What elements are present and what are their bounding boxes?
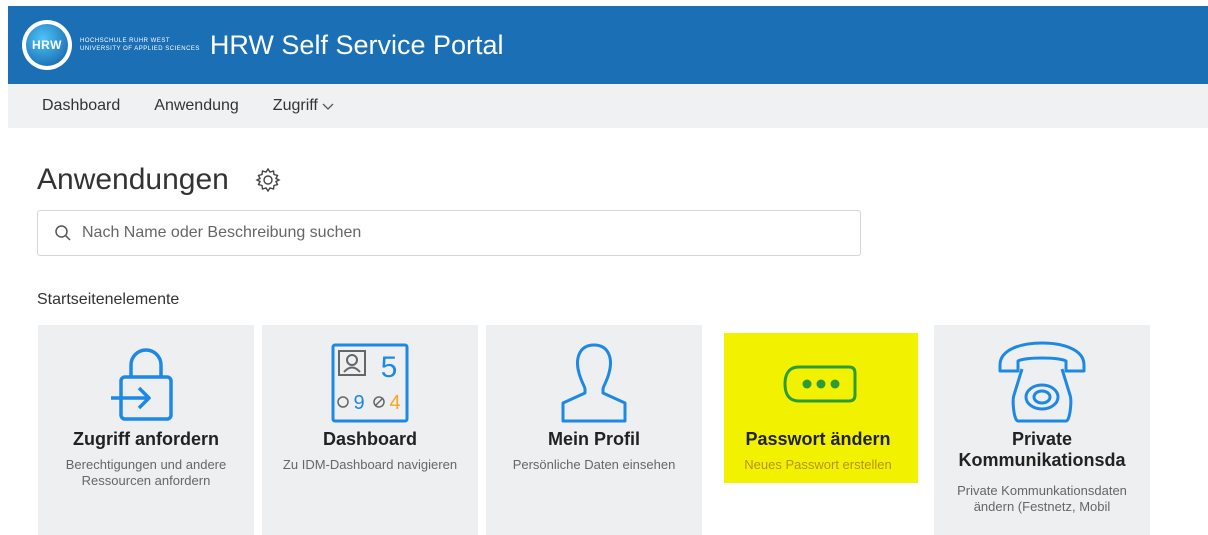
search-box[interactable] (37, 210, 861, 256)
password-icon (710, 339, 926, 429)
tile-mein-profil[interactable]: Mein Profil Persönliche Daten einsehen (486, 325, 702, 535)
tile-passwort-aendern[interactable]: Passwort ändern Neues Passwort erstellen (710, 325, 926, 535)
tile-title: Mein Profil (547, 429, 640, 449)
lock-arrow-icon (38, 339, 254, 429)
logo-text: HOCHSCHULE RUHR WEST UNIVERSITY OF APPLI… (80, 37, 200, 53)
search-icon (55, 225, 71, 241)
nav-anwendung[interactable]: Anwendung (154, 97, 239, 115)
search-input[interactable] (82, 224, 842, 242)
badge-main: 5 (381, 351, 398, 384)
tile-desc: Berechtigungen und andere Ressourcen anf… (65, 457, 227, 488)
badge-slash: 4 (389, 392, 400, 414)
dashboard-icon: 5 9 4 (262, 339, 478, 429)
tile-title: Dashboard (322, 429, 418, 449)
nav-label: Zugriff (272, 97, 318, 114)
tile-desc: Zu IDM-Dashboard navigieren (282, 457, 458, 472)
logo-abbr: HRW (26, 24, 68, 66)
tile-title: Zugriff anfordern (73, 429, 219, 449)
gear-icon[interactable] (255, 167, 281, 193)
logo-line2: UNIVERSITY OF APPLIED SCIENCES (80, 46, 200, 52)
tile-private-kommunikation[interactable]: Private Kommunikationsda Private Kommunk… (934, 325, 1150, 535)
nav-label: Anwendung (154, 97, 239, 114)
page-title: Anwendungen (37, 163, 229, 196)
hrw-logo[interactable]: HRW (22, 20, 72, 70)
nav-label: Dashboard (42, 97, 121, 114)
nav-dashboard[interactable]: Dashboard (42, 97, 120, 115)
logo-line1: HOCHSCHULE RUHR WEST (80, 38, 171, 44)
app-header: HRW HOCHSCHULE RUHR WEST UNIVERSITY OF A… (8, 6, 1208, 84)
tile-dashboard[interactable]: 5 9 4 Dashboard Zu IDM-Dashboard navigie… (262, 325, 478, 535)
tile-desc: Private Kommunkationsdaten ändern (Festn… (957, 483, 1127, 514)
tile-zugriff-anfordern[interactable]: Zugriff anfordern Berechtigungen und and… (38, 325, 254, 535)
chevron-down-icon (322, 103, 334, 110)
badge-clock: 9 (353, 392, 364, 414)
page-title-row: Anwendungen (37, 163, 281, 197)
section-label: Startseitenelemente (37, 291, 180, 308)
tile-desc: Neues Passwort erstellen (744, 457, 892, 472)
tile-title: Private Kommunikationsda (958, 429, 1126, 470)
tile-title: Passwort ändern (745, 429, 891, 449)
telephone-icon (934, 339, 1150, 429)
nav-zugriff[interactable]: Zugriff (273, 97, 334, 115)
portal-title: HRW Self Service Portal (209, 29, 504, 60)
main-nav: Dashboard Anwendung Zugriff (8, 84, 1208, 128)
person-icon (486, 339, 702, 429)
tile-desc: Persönliche Daten einsehen (512, 457, 676, 472)
